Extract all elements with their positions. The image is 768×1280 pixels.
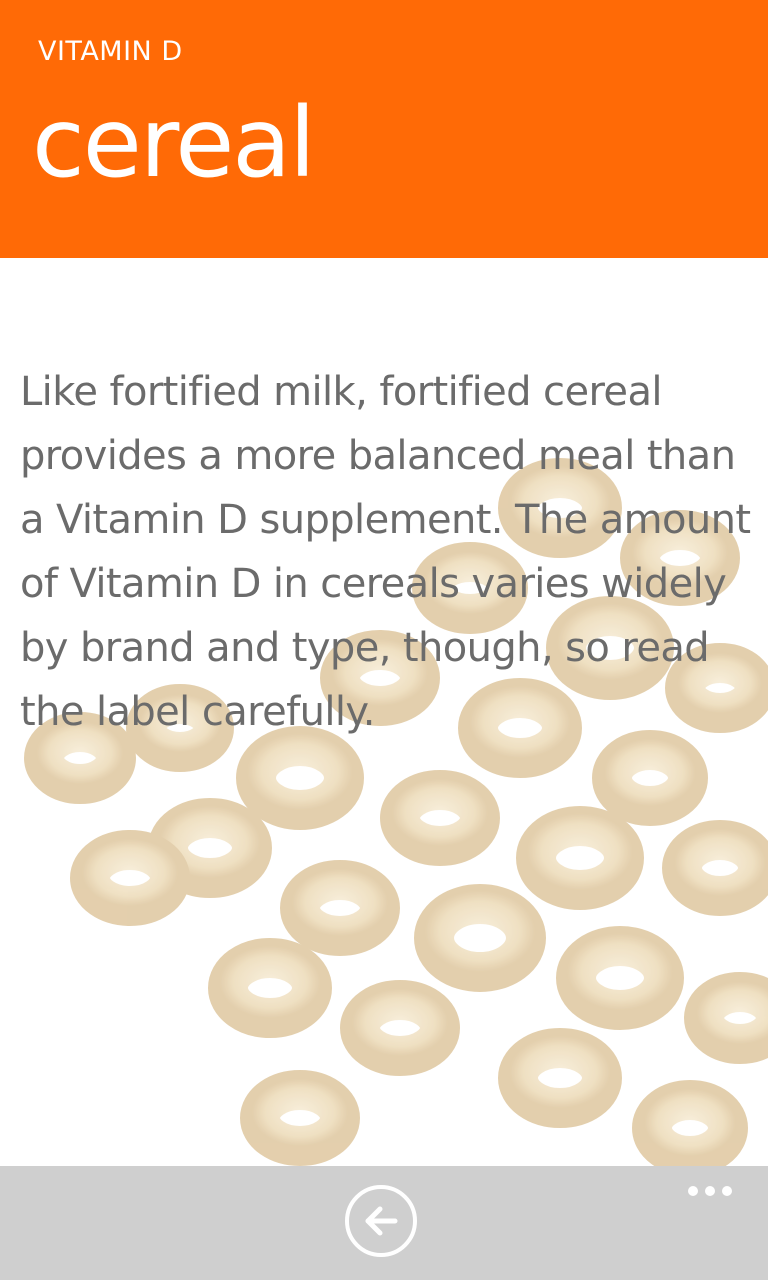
description-text: Like fortified milk, fortified cereal pr… (20, 369, 751, 735)
app-screen: VITAMIN D cereal Like fortified milk, fo… (0, 0, 768, 1280)
page-title: cereal (32, 87, 316, 199)
header-bar: VITAMIN D cereal (0, 0, 768, 258)
ellipsis-dot-icon (688, 1186, 698, 1196)
more-options-button[interactable] (680, 1176, 740, 1206)
ellipsis-dot-icon (722, 1186, 732, 1196)
back-button[interactable] (345, 1185, 417, 1257)
ellipsis-dot-icon (705, 1186, 715, 1196)
app-bar (0, 1166, 768, 1280)
arrow-left-icon (365, 1206, 398, 1236)
content-area: Like fortified milk, fortified cereal pr… (0, 258, 768, 1166)
app-title: VITAMIN D (38, 36, 183, 67)
